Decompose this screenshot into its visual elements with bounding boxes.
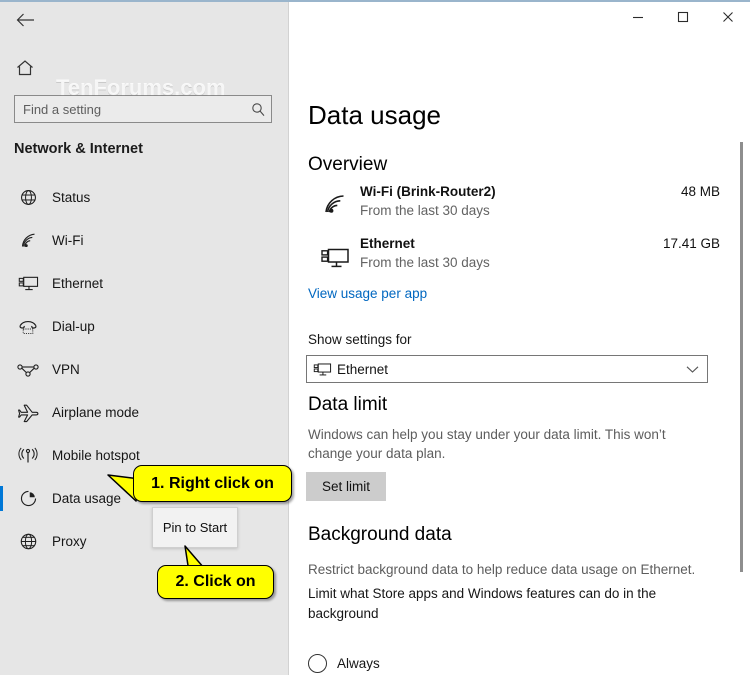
show-settings-for-dropdown[interactable]: Ethernet (306, 355, 708, 383)
radio-label: Always (337, 656, 380, 671)
radio-mark (308, 654, 327, 673)
background-data-heading: Background data (308, 524, 452, 545)
usage-row-name: Wi-Fi (Brink-Router2) (360, 184, 496, 199)
usage-row-value: 17.41 GB (662, 236, 720, 251)
overview-heading: Overview (308, 154, 388, 175)
selection-indicator (0, 486, 3, 511)
sidebar-item-label: VPN (52, 362, 80, 377)
sidebar-item-status[interactable]: Status (0, 176, 289, 219)
sidebar-item-dialup[interactable]: Dial-up (0, 305, 289, 348)
vpn-icon (14, 358, 42, 382)
selection-indicator (0, 529, 3, 554)
ethernet-icon (307, 361, 337, 378)
home-icon (17, 60, 33, 76)
wifi-icon (14, 229, 42, 253)
show-settings-for-label: Show settings for (308, 332, 412, 347)
data-limit-heading: Data limit (308, 394, 388, 415)
wifi-icon (318, 188, 352, 222)
hotspot-icon (14, 444, 42, 468)
main-content: Data usage Overview Wi-Fi (Brink-Router2… (290, 32, 750, 675)
sidebar-item-label: Ethernet (52, 276, 104, 291)
pie-chart-icon (14, 487, 42, 511)
data-limit-description: Windows can help you stay under your dat… (308, 427, 666, 461)
minimize-icon (632, 16, 643, 19)
search-box[interactable] (14, 95, 272, 123)
usage-row-wifi: Wi-Fi (Brink-Router2) From the last 30 d… (308, 182, 720, 228)
airplane-icon (14, 401, 42, 425)
selection-indicator (0, 443, 3, 468)
nav-list: Status Wi-Fi Ethernet Dial-up VPN Airpla… (0, 176, 289, 563)
home-button[interactable] (10, 54, 40, 82)
view-usage-per-app-link[interactable]: View usage per app (308, 286, 427, 301)
usage-row-ethernet: Ethernet From the last 30 days 17.41 GB (308, 234, 720, 280)
sidebar-item-label: Airplane mode (52, 405, 140, 420)
callout-right-click: 1. Right click on (133, 465, 292, 502)
usage-row-subtitle: From the last 30 days (360, 203, 490, 218)
minimize-button[interactable] (615, 2, 660, 32)
dialup-phone-icon (14, 315, 42, 339)
sidebar-item-label: Dial-up (52, 319, 95, 334)
selection-indicator (0, 185, 3, 210)
sidebar-item-label: Mobile hotspot (52, 448, 140, 463)
chevron-down-icon (677, 365, 707, 374)
maximize-icon (677, 11, 688, 23)
ethernet-icon (14, 272, 42, 296)
selection-indicator (0, 271, 3, 296)
selection-indicator (0, 357, 3, 382)
close-button[interactable] (705, 2, 750, 32)
sidebar-item-airplane-mode[interactable]: Airplane mode (0, 391, 289, 434)
title-bar (290, 2, 750, 32)
search-input[interactable] (15, 96, 245, 122)
selection-indicator (0, 314, 3, 339)
sidebar-item-label: Status (52, 190, 91, 205)
back-arrow-icon (16, 13, 34, 27)
set-limit-button[interactable]: Set limit (306, 472, 386, 501)
background-data-description: Restrict background data to help reduce … (308, 562, 696, 577)
sidebar-item-label: Proxy (52, 534, 87, 549)
nav-category-title: Network & Internet (14, 141, 143, 157)
ethernet-icon (318, 240, 352, 274)
background-data-question: Limit what Store apps and Windows featur… (308, 586, 657, 621)
sidebar-item-ethernet[interactable]: Ethernet (0, 262, 289, 305)
close-icon (722, 12, 733, 22)
usage-row-name: Ethernet (360, 236, 415, 251)
globe-proxy-icon (14, 530, 42, 554)
maximize-button[interactable] (660, 2, 705, 32)
usage-row-subtitle: From the last 30 days (360, 255, 490, 270)
callout-click-on: 2. Click on (157, 565, 274, 599)
selection-indicator (0, 400, 3, 425)
back-button[interactable] (4, 4, 48, 36)
scrollbar-thumb[interactable] (740, 142, 743, 572)
sidebar-item-vpn[interactable]: VPN (0, 348, 289, 391)
settings-window: TenForums.com Network & Internet (0, 0, 750, 675)
sidebar-item-label: Wi-Fi (52, 233, 84, 248)
sidebar-item-wifi[interactable]: Wi-Fi (0, 219, 289, 262)
globe-status-icon (14, 186, 42, 210)
usage-row-value: 48 MB (680, 184, 720, 199)
radio-option-always[interactable]: Always (308, 654, 380, 673)
dropdown-selected-value: Ethernet (337, 361, 389, 377)
sidebar-item-proxy[interactable]: Proxy (0, 520, 289, 563)
page-title: Data usage (308, 100, 441, 130)
content-scrollbar[interactable] (736, 32, 746, 675)
search-icon (245, 102, 271, 117)
selection-indicator (0, 228, 3, 253)
